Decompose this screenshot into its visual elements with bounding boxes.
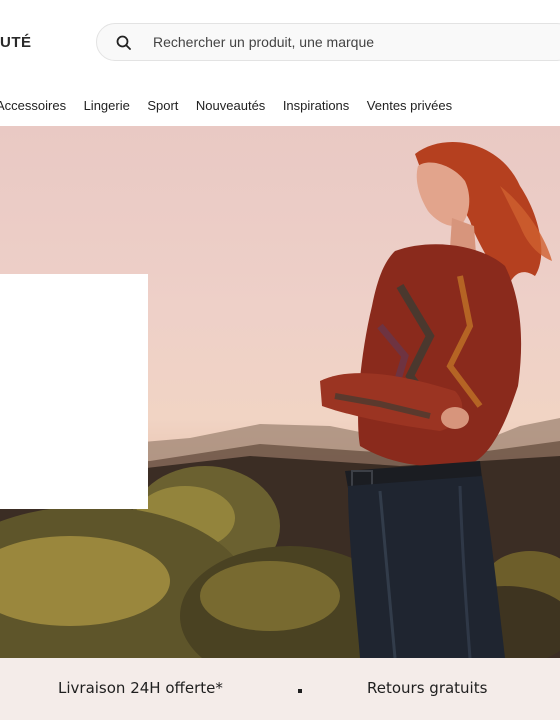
benefits-bar: Livraison 24H offerte* Retours gratuits (0, 658, 560, 720)
site-header: UTÉ (0, 0, 560, 84)
main-navigation: Accessoires Lingerie Sport Nouveautés In… (0, 84, 560, 126)
promo-card[interactable] (0, 274, 148, 509)
benefit-free-returns[interactable]: Retours gratuits (367, 679, 487, 697)
nav-item-sport[interactable]: Sport (147, 98, 178, 113)
hero-banner[interactable] (0, 126, 560, 658)
search-input[interactable] (153, 24, 553, 60)
nav-item-accessoires[interactable]: Accessoires (0, 98, 66, 113)
search-bar[interactable] (96, 23, 560, 61)
nav-item-nouveautes[interactable]: Nouveautés (196, 98, 265, 113)
benefit-free-delivery[interactable]: Livraison 24H offerte* (58, 679, 223, 697)
nav-item-lingerie[interactable]: Lingerie (84, 98, 130, 113)
separator-bullet (298, 689, 302, 693)
nav-item-inspirations[interactable]: Inspirations (283, 98, 349, 113)
brand-logo[interactable]: UTÉ (0, 34, 32, 51)
nav-item-ventes-privees[interactable]: Ventes privées (367, 98, 452, 113)
search-icon[interactable] (115, 34, 133, 52)
